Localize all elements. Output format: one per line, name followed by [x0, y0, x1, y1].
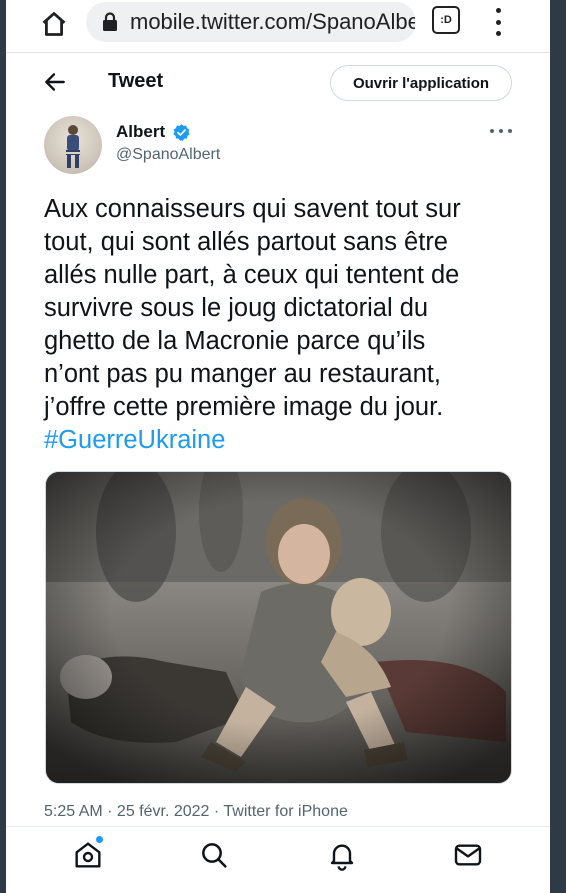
bell-icon: [330, 844, 354, 871]
home-icon: [42, 12, 66, 36]
more-options-icon[interactable]: [490, 126, 512, 136]
hashtag-link[interactable]: #GuerreUkraine: [44, 424, 514, 457]
search-icon: [202, 843, 227, 868]
url-text: mobile.twitter.com/SpanoAlbert: [130, 9, 415, 34]
page-title: Tweet: [108, 70, 164, 92]
author-handle[interactable]: @SpanoAlbert: [116, 146, 220, 164]
browser-toolbar: mobile.twitter.com/SpanoAlbert :D: [6, 0, 550, 53]
open-app-button[interactable]: Ouvrir l'application: [330, 65, 512, 101]
tweet-text-line: survivre sous le joug dictatorial du: [44, 294, 429, 322]
tweet-photo[interactable]: [45, 471, 512, 784]
tweet-text-line: allés nulle part, à ceux qui tentent de: [44, 261, 460, 289]
tweet-text-line: j’offre cette première image du jour.: [44, 393, 444, 421]
address-bar[interactable]: mobile.twitter.com/SpanoAlbert: [86, 2, 416, 42]
mail-icon: [454, 844, 482, 866]
avatar[interactable]: [44, 116, 102, 174]
tweet-header: Tweet Ouvrir l'application: [6, 53, 550, 111]
back-arrow-icon[interactable]: [42, 69, 68, 95]
nav-messages-button[interactable]: [452, 839, 484, 871]
bottom-navigation: [6, 826, 550, 893]
browser-home-button[interactable]: [36, 6, 72, 42]
tweet-text-line: ghetto de la Macronie parce qu’ils: [44, 327, 426, 355]
home-notification-dot: [96, 836, 103, 843]
browser-menu-icon[interactable]: [490, 6, 506, 38]
tweet-text: Aux connaisseurs qui savent tout sur tou…: [44, 193, 514, 457]
tab-switcher-button[interactable]: :D: [432, 6, 460, 34]
phone-screen: mobile.twitter.com/SpanoAlbert :D Tweet …: [6, 0, 550, 893]
verified-badge-icon: [173, 124, 190, 141]
home-icon: [75, 842, 101, 868]
tweet-text-line: n’ont pas pu manger au restaurant,: [44, 360, 441, 388]
nav-notifications-button[interactable]: [326, 839, 358, 871]
tweet-text-line: tout, qui sont allés partout sans être: [44, 228, 448, 256]
author-name[interactable]: Albert: [116, 122, 165, 142]
nav-search-button[interactable]: [198, 839, 230, 871]
lock-icon: [102, 11, 122, 33]
nav-home-button[interactable]: [72, 839, 104, 871]
tweet-text-line: Aux connaisseurs qui savent tout sur: [44, 195, 461, 223]
tweet-timestamp[interactable]: 5:25 AM · 25 févr. 2022 · Twitter for iP…: [44, 803, 348, 821]
